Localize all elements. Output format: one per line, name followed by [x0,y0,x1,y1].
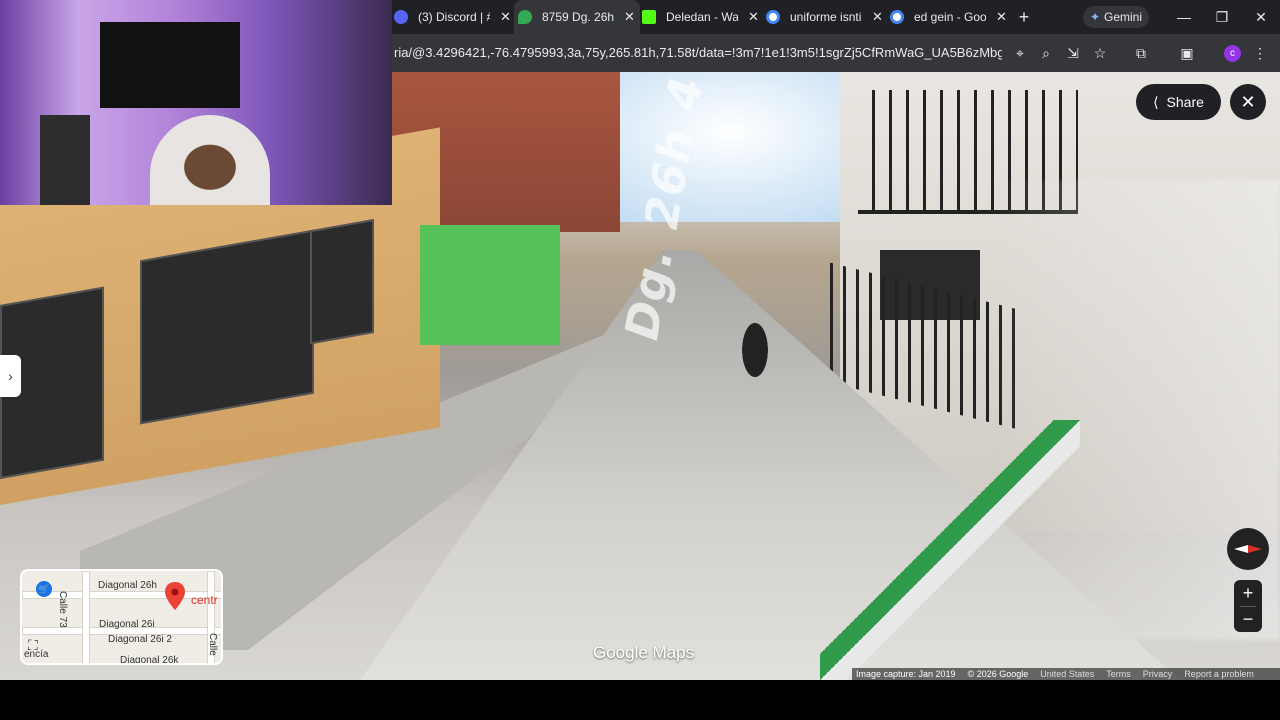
tab-title: Deledan - Wat [666,10,738,24]
fullscreen-icon[interactable]: ⛶ [28,637,38,654]
zoom-icon[interactable]: ⌕ [1037,44,1055,62]
share-label: Share [1166,94,1204,110]
divider [1240,606,1256,607]
minimap-label: Diagonal 26k [120,655,179,665]
shelf [40,115,90,205]
maximize-button[interactable]: ❐ [1211,6,1233,28]
zoom-out-button[interactable]: − [1234,606,1262,632]
expand-panel-button[interactable]: › [0,355,21,397]
motorcycle [735,308,775,378]
tab-strip: (3) Discord | # ✕ 8759 Dg. 26h ✕ Deledan… [392,0,1280,34]
minimap[interactable]: 🛒 Diagonal 26h Diagonal 26i Diagonal 26i… [20,569,223,665]
minimap-label: Diagonal 26i 2 [108,634,172,645]
webcam-overlay [0,0,392,205]
minimap-label: Calle [207,633,218,656]
location-pin-icon [165,582,185,610]
close-icon[interactable]: ✕ [500,9,511,25]
garage-door [140,229,314,425]
tab-title: 8759 Dg. 26h [542,10,614,24]
bookmark-star-icon[interactable]: ☆ [1091,44,1109,62]
google-maps-watermark: Google Maps [593,643,695,662]
minimap-place-label: centr [191,593,218,607]
tab-kick[interactable]: Deledan - Wat ✕ [642,0,762,34]
google-icon [890,10,904,24]
address-bar: ria/@3.4296421,-76.4795993,3a,75y,265.81… [392,34,1280,72]
new-tab-button[interactable]: + [1013,6,1035,28]
share-icon: ⟨ [1153,93,1159,110]
tab-google-maps[interactable]: 8759 Dg. 26h ✕ [514,0,640,34]
door [310,219,374,345]
compass-needle-icon [1234,545,1262,553]
tab-title: ed gein - Goo [914,10,986,24]
television [100,22,240,108]
discord-icon [394,10,408,24]
region-link[interactable]: United States [1040,669,1094,679]
close-icon[interactable]: ✕ [624,9,635,25]
tab-title: uniforme isnti [790,10,862,24]
google-icon [766,10,780,24]
green-building [420,225,560,345]
zoom-control: + − [1234,580,1262,632]
gemini-button[interactable]: ✦ Gemini [1083,6,1149,28]
image-capture-date: Image capture: Jan 2019 [856,669,956,679]
gemini-icon: ✦ [1089,10,1101,24]
minimap-label: Calle 73 [57,591,68,628]
profile-avatar[interactable]: c [1224,45,1241,62]
street-view-canvas[interactable]: Dg. 26h 4 (3) Discord | # ✕ 8759 Dg. 26h… [0,0,1280,680]
compass-button[interactable] [1227,528,1269,570]
painted-curb [820,420,1080,680]
window-close-button[interactable]: ✕ [1250,6,1272,28]
tab-title: (3) Discord | # [418,10,490,24]
terms-link[interactable]: Terms [1106,669,1131,679]
close-street-view-button[interactable]: ✕ [1230,84,1266,120]
extensions-icon[interactable]: ⧉ [1132,44,1150,62]
report-problem-link[interactable]: Report a problem [1184,669,1254,679]
share-button[interactable]: ⟨ Share [1136,84,1221,120]
menu-icon[interactable]: ⋮ [1251,44,1269,62]
kick-icon [642,10,656,24]
tab-google-search-1[interactable]: uniforme isnti ✕ [766,0,886,34]
location-icon[interactable]: ⌖ [1011,44,1029,62]
minimap-road [82,571,90,663]
close-icon[interactable]: ✕ [748,9,759,25]
maps-pin-icon [518,10,532,24]
tab-discord[interactable]: (3) Discord | # ✕ [394,0,514,34]
copyright: © 2026 Google [967,669,1029,679]
letterbox-bar [0,680,1280,720]
side-panel-icon[interactable]: ▣ [1178,44,1196,62]
streamer [150,115,270,205]
minimap-label: Diagonal 26i [99,619,155,630]
tab-google-search-2[interactable]: ed gein - Goo ✕ [890,0,1010,34]
attribution-bar: Image capture: Jan 2019 © 2026 Google Un… [852,668,1280,680]
close-icon[interactable]: ✕ [872,9,883,25]
close-icon[interactable]: ✕ [996,9,1007,25]
zoom-in-button[interactable]: + [1234,580,1262,606]
minimize-button[interactable]: — [1173,6,1195,28]
install-app-icon[interactable]: ⇲ [1064,44,1082,62]
gemini-label: Gemini [1104,10,1143,24]
url-field[interactable]: ria/@3.4296421,-76.4795993,3a,75y,265.81… [394,45,1002,60]
privacy-link[interactable]: Privacy [1143,669,1173,679]
shopping-icon[interactable]: 🛒 [36,581,52,597]
minimap-label: Diagonal 26h [98,580,157,591]
